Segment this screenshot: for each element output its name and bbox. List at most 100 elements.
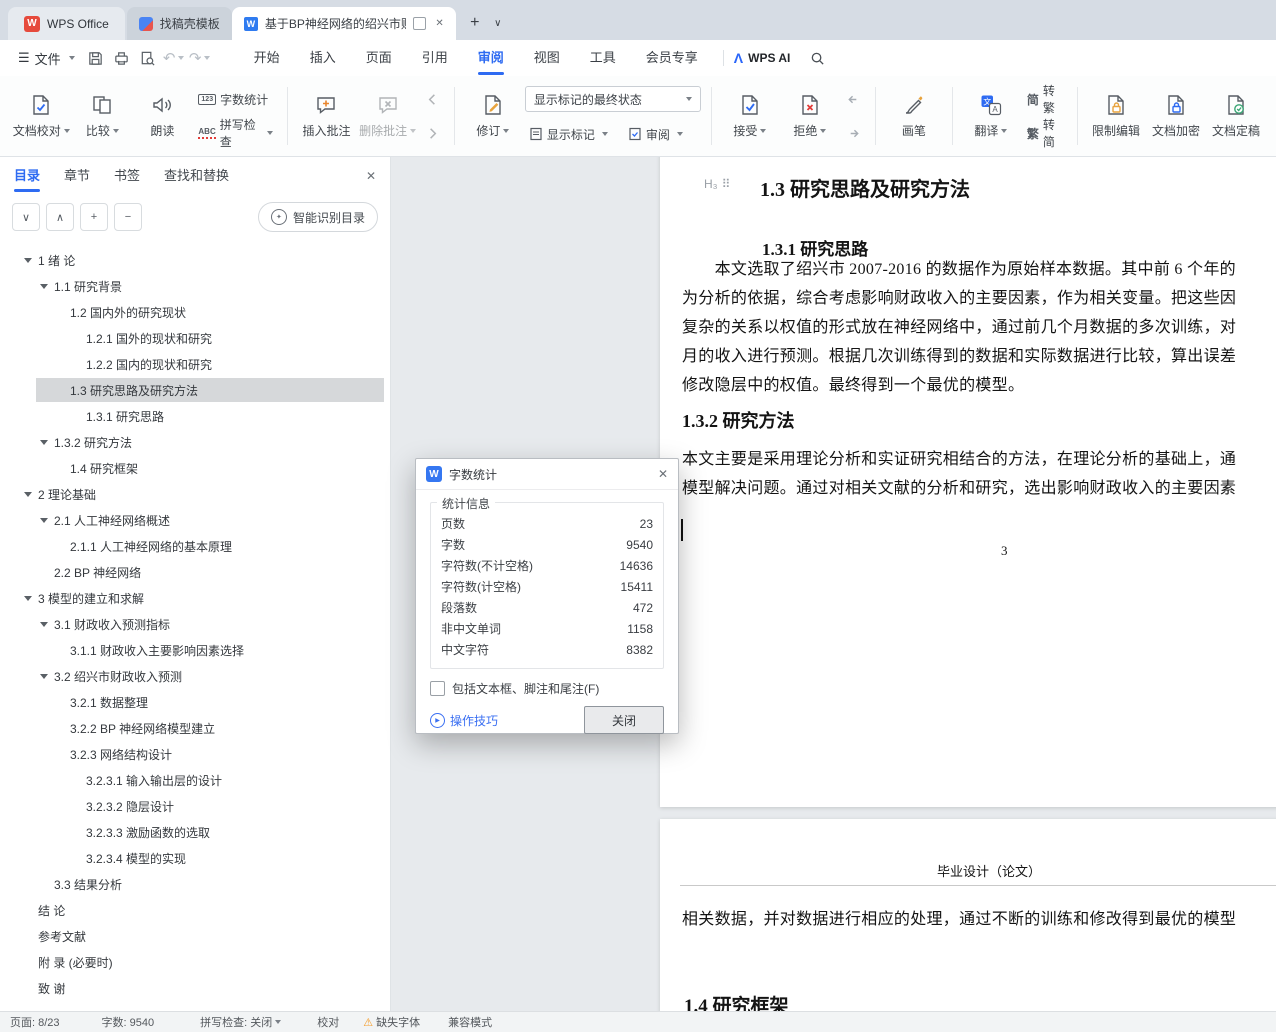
toc-expand-arrow[interactable] <box>24 595 32 601</box>
toc-item[interactable]: 3.2.3.1 输入输出层的设计 <box>0 767 390 793</box>
section-heading-1-3[interactable]: 1.3 研究思路及研究方法 <box>760 173 970 202</box>
print-preview-button[interactable] <box>135 45 161 71</box>
print-button[interactable] <box>109 45 135 71</box>
menu-tab[interactable]: 引用 <box>407 40 463 76</box>
tips-link[interactable]: ▶ 操作技巧 <box>430 712 498 729</box>
encrypt-document-button[interactable]: 文档加密 <box>1146 83 1206 149</box>
toc-expand-arrow[interactable] <box>40 673 48 679</box>
toc-item[interactable]: 3.2.2 BP 神经网络模型建立 <box>0 715 390 741</box>
include-footnotes-checkbox[interactable]: 包括文本框、脚注和尾注(F) <box>430 680 664 697</box>
collapse-all-button[interactable]: ∨ <box>12 203 40 231</box>
toc-item[interactable]: 1.3.1 研究思路 <box>0 403 390 429</box>
compare-button[interactable]: 比较 <box>72 83 132 149</box>
toc-item[interactable]: 3.1.1 财政收入主要影响因素选择 <box>0 637 390 663</box>
toc-item[interactable]: 2.1 人工神经网络概述 <box>0 507 390 533</box>
review-options-button[interactable]: 审阅 <box>624 122 687 146</box>
toc-expand-arrow[interactable] <box>40 517 48 523</box>
toc-item[interactable]: 1.1 研究背景 <box>0 273 390 299</box>
menu-tab[interactable]: 视图 <box>519 40 575 76</box>
document-text-line[interactable]: 修改隐层中的权值。最终得到一个最优的模型。 <box>682 371 1236 400</box>
smart-toc-button[interactable]: ✦ 智能识别目录 <box>257 202 378 232</box>
close-panel-icon[interactable]: ✕ <box>366 169 376 183</box>
toc-item[interactable]: 3.2.3.4 模型的实现 <box>0 845 390 871</box>
document-text-line[interactable]: 本文选取了绍兴市 2007-2016 的数据作为原始样本数据。其中前 6 个年的 <box>682 255 1236 284</box>
toc-item[interactable]: 2 理论基础 <box>0 481 390 507</box>
doc-proofread-button[interactable]: 文档校对 <box>10 83 72 149</box>
document-page-4[interactable]: 毕业设计（论文） 相关数据，并对数据进行相应的处理，通过不断的训练和修改得到最优… <box>660 819 1276 1012</box>
search-icon[interactable] <box>804 45 830 71</box>
menu-tab[interactable]: 审阅 <box>463 40 519 76</box>
simplified-to-traditional-button[interactable]: 简 转繁 <box>1023 84 1067 115</box>
tab-list-dropdown[interactable]: ∨ <box>488 10 508 36</box>
menu-tab[interactable]: 插入 <box>295 40 351 76</box>
spell-check-button[interactable]: ABC 拼写检查 <box>194 118 277 149</box>
panel-tab[interactable]: 查找和替换 <box>164 157 229 195</box>
checkbox-icon[interactable] <box>430 681 445 696</box>
toc-expand-arrow[interactable] <box>40 283 48 289</box>
toc-item[interactable]: 参考文献 <box>0 923 390 949</box>
dialog-titlebar[interactable]: W 字数统计 ✕ <box>416 459 678 490</box>
toc-item[interactable]: 1.3.2 研究方法 <box>0 429 390 455</box>
toc-item[interactable]: 1.2.2 国内的现状和研究 <box>0 351 390 377</box>
toc-item[interactable]: 3.2.3.2 隐层设计 <box>0 793 390 819</box>
wps-home-tab[interactable]: W WPS Office <box>8 7 125 40</box>
menu-tab[interactable]: 会员专享 <box>631 40 713 76</box>
toc-item[interactable]: 1.3 研究思路及研究方法 <box>0 377 390 403</box>
new-tab-button[interactable]: + <box>462 10 488 36</box>
next-change-button[interactable] <box>842 121 865 145</box>
status-page[interactable]: 页面: 8/23 <box>10 1014 60 1030</box>
section-heading-1-4[interactable]: 1.4 研究框架 <box>684 991 789 1012</box>
track-changes-button[interactable]: 修订 <box>463 83 523 149</box>
document-text-line[interactable]: 为分析的依据，综合考虑影响财政收入的主要因素，作为相关变量。把这些因 <box>682 284 1236 313</box>
toc-item[interactable]: 3.2 绍兴市财政收入预测 <box>0 663 390 689</box>
zoom-in-button[interactable]: + <box>80 203 108 231</box>
word-count-button[interactable]: 123 字数统计 <box>194 87 277 111</box>
panel-tab[interactable]: 目录 <box>14 157 40 195</box>
document-text-line[interactable]: 复杂的关系以权值的形式放在神经网络中，通过前几个月数据的多次训练，对 <box>682 313 1236 342</box>
reject-changes-button[interactable]: 拒绝 <box>780 83 840 149</box>
toc-item[interactable]: 附 录 (必要时) <box>0 949 390 975</box>
tab-template-doc[interactable]: 找稿壳模板 <box>126 7 232 40</box>
menu-tab[interactable]: 页面 <box>351 40 407 76</box>
delete-comment-button[interactable]: 删除批注 <box>356 83 418 149</box>
toc-item[interactable]: 1.2.1 国外的现状和研究 <box>0 325 390 351</box>
toc-item[interactable]: 3.3 结果分析 <box>0 871 390 897</box>
toc-item[interactable]: 2.2 BP 神经网络 <box>0 559 390 585</box>
toc-item[interactable]: 致 谢 <box>0 975 390 1001</box>
heading-drag-handle[interactable]: H₃ ⠿ <box>704 177 730 191</box>
toc-expand-arrow[interactable] <box>24 491 32 497</box>
status-proofread[interactable]: 校对 <box>317 1014 339 1030</box>
previous-change-button[interactable] <box>842 87 865 111</box>
tab-current-doc[interactable]: W 基于BP神经网络的绍兴市财政 ✕ <box>231 7 456 40</box>
toc-item[interactable]: 3.2.3 网络结构设计 <box>0 741 390 767</box>
next-comment-button[interactable] <box>421 121 444 145</box>
show-markup-button[interactable]: 显示标记 <box>525 122 612 146</box>
close-button[interactable]: 关闭 <box>584 706 664 734</box>
expand-all-button[interactable]: ∧ <box>46 203 74 231</box>
insert-comment-button[interactable]: 插入批注 <box>296 83 356 149</box>
document-text-line[interactable]: 模型解决问题。通过对相关文献的分析和研究，选出影响财政收入的主要因素 <box>682 474 1236 503</box>
toc-item[interactable]: 3.1 财政收入预测指标 <box>0 611 390 637</box>
document-text-line[interactable]: 月的收入进行预测。根据几次训练得到的数据和实际数据进行比较，算出误差 <box>682 342 1236 371</box>
markup-state-select[interactable]: 显示标记的最终状态 <box>524 86 701 112</box>
toc-item[interactable]: 1.2 国内外的研究现状 <box>0 299 390 325</box>
menu-tab[interactable]: 开始 <box>239 40 295 76</box>
document-text-line[interactable]: 相关数据，并对数据进行相应的处理，通过不断的训练和修改得到最优的模型 <box>682 905 1236 935</box>
wps-ai-button[interactable]: Λ WPS AI <box>734 50 791 66</box>
panel-tab[interactable]: 书签 <box>114 157 140 195</box>
panel-tab[interactable]: 章节 <box>64 157 90 195</box>
toc-item[interactable]: 1 绪 论 <box>0 247 390 273</box>
toc-expand-arrow[interactable] <box>40 439 48 445</box>
toc-item[interactable]: 1.4 研究框架 <box>0 455 390 481</box>
toc-item[interactable]: 2.1.1 人工神经网络的基本原理 <box>0 533 390 559</box>
redo-button[interactable]: ↷ <box>187 45 213 71</box>
accept-changes-button[interactable]: 接受 <box>720 83 780 149</box>
file-menu-button[interactable]: ☰ 文件 <box>10 49 83 68</box>
document-page-3[interactable]: H₃ ⠿ 1.3 研究思路及研究方法 1.3.1 研究思路 本文选取了绍兴市 2… <box>660 157 1276 807</box>
sub-heading-1-3-2[interactable]: 1.3.2 研究方法 <box>682 407 795 433</box>
document-text-line[interactable]: 本文主要是采用理论分析和实证研究相结合的方法，在理论分析的基础上，通 <box>682 445 1236 474</box>
save-button[interactable] <box>83 45 109 71</box>
traditional-to-simplified-button[interactable]: 繁 转简 <box>1023 118 1067 149</box>
status-spellcheck[interactable]: 拼写检查: 关闭 <box>200 1014 282 1030</box>
close-tab-icon[interactable]: ✕ <box>435 18 443 29</box>
